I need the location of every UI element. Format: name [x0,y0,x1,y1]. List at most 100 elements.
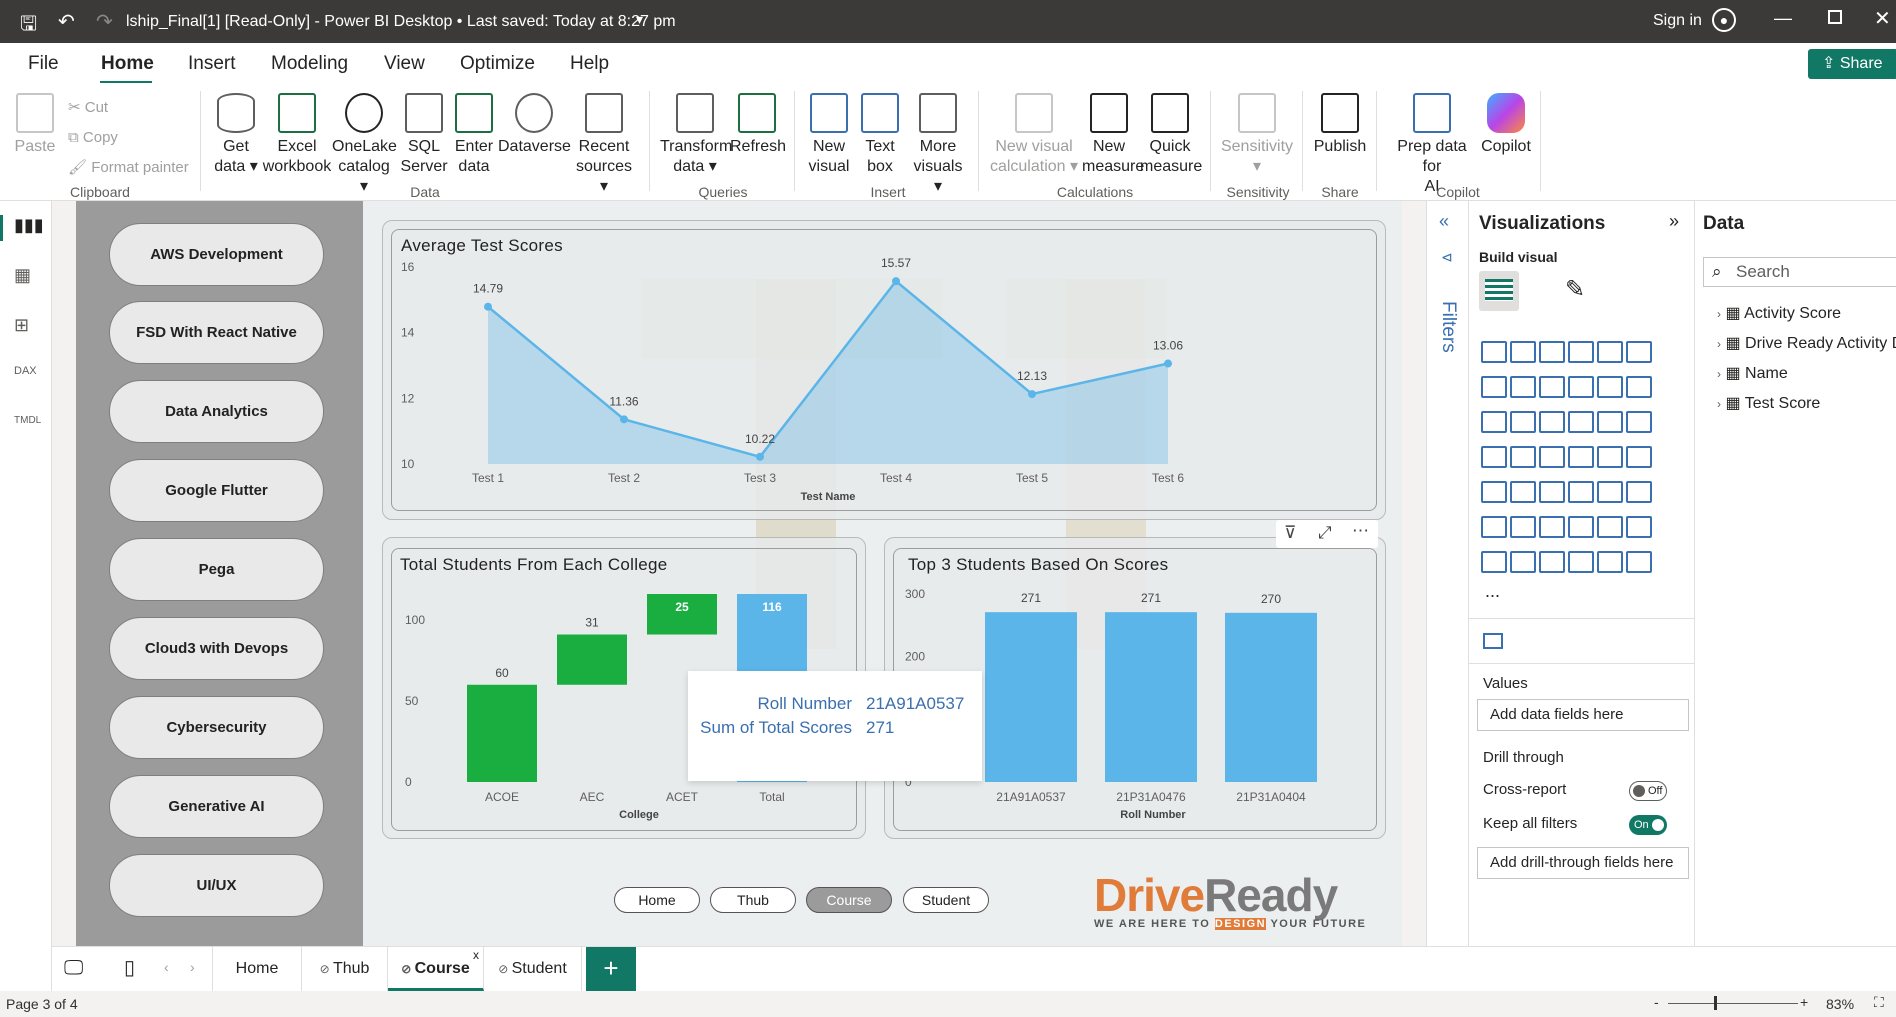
table-item-activity-score[interactable]: › ▦ Activity Score [1717,303,1841,323]
page-tab-home[interactable]: Home [212,947,302,991]
course-button-generative-ai[interactable]: Generative AI [109,775,324,838]
chevron-down-icon[interactable]: ▾ [636,11,643,28]
enter-data-button[interactable]: Enter data [452,93,496,177]
visual-type-icon[interactable] [1597,516,1623,538]
format-painter-button[interactable]: 🖌 Format painter [68,153,189,183]
filter-icon[interactable]: ⊽ [1284,523,1296,543]
visual-type-icon[interactable] [1597,411,1623,433]
course-button-pega[interactable]: Pega [109,538,324,601]
visual-type-icon[interactable] [1510,446,1536,468]
fit-to-page-icon[interactable]: ⛶ [1874,994,1884,1011]
redo-icon[interactable]: ↷ [96,9,113,34]
minimize-icon[interactable]: — [1774,8,1792,29]
visual-type-icon[interactable] [1481,376,1507,398]
visual-type-icon[interactable] [1510,376,1536,398]
menu-optimize[interactable]: Optimize [460,53,535,75]
paste-button[interactable]: Paste [14,93,56,157]
visual-type-icon[interactable] [1481,481,1507,503]
save-icon[interactable]: 🖫 [20,9,37,43]
get-data-button[interactable]: Get data ▾ [210,93,262,177]
excel-workbook-button[interactable]: Excel workbook [262,93,332,177]
table-item-drive-ready[interactable]: › ▦ Drive Ready Activity D [1717,333,1896,353]
model-view-icon[interactable]: ⊞ [14,315,29,336]
share-button[interactable]: ⇪ Share [1808,49,1896,79]
visual-type-icon[interactable] [1568,376,1594,398]
page-tab-student[interactable]: ⊘ Student [484,947,582,991]
account-icon[interactable]: ● [1712,8,1736,32]
visual-type-icon[interactable] [1626,551,1652,573]
visual-type-icon[interactable] [1539,551,1565,573]
dax-query-view-icon[interactable]: DAX [14,365,37,377]
course-button-fsd[interactable]: FSD With React Native [109,301,324,364]
image-visual-icon[interactable] [1483,633,1503,649]
menu-file[interactable]: File [28,53,59,75]
filters-pane-collapsed[interactable]: « ⊲ Filters [1426,201,1468,991]
visual-type-icon[interactable] [1481,411,1507,433]
table-view-icon[interactable]: ▦ [14,265,31,286]
page-tab-course[interactable]: ⊘ Course x [388,947,484,991]
zoom-out-icon[interactable]: - [1654,994,1659,1010]
visual-type-icon[interactable] [1568,411,1594,433]
visual-type-icon[interactable] [1539,446,1565,468]
maximize-icon[interactable] [1828,10,1842,24]
scroll-left-icon[interactable]: ‹ [164,959,169,975]
more-visuals-button[interactable]: More visuals ▾ [910,93,966,197]
refresh-button[interactable]: Refresh [730,93,786,157]
dataverse-button[interactable]: Dataverse [498,93,571,157]
visual-type-icon[interactable] [1510,411,1536,433]
visual-type-icon[interactable] [1626,446,1652,468]
focus-mode-icon[interactable]: ⤢ [1318,523,1332,543]
table-item-name[interactable]: › ▦ Name [1717,363,1788,383]
cut-button[interactable]: ✂ Cut [68,93,189,123]
visual-type-icon[interactable] [1539,481,1565,503]
sql-server-button[interactable]: SQL Server [400,93,448,177]
values-drop-well[interactable]: Add data fields here [1477,699,1689,731]
visual-type-icon[interactable] [1597,341,1623,363]
visual-type-icon[interactable] [1568,481,1594,503]
visual-type-icon[interactable] [1481,341,1507,363]
visual-type-icon[interactable] [1626,481,1652,503]
line-chart-visual[interactable]: Average Test Scores 10 12 14 16 14.79 Test 11… [382,220,1386,520]
course-button-cloud3[interactable]: Cloud3 with Devops [109,617,324,680]
visual-type-icon[interactable] [1626,516,1652,538]
menu-home[interactable]: Home [101,53,154,75]
add-page-button[interactable]: + [586,947,636,991]
filters-label[interactable]: Filters [1437,301,1459,353]
nav-button-thub[interactable]: Thub [710,887,796,913]
copilot-button[interactable]: Copilot [1478,93,1534,157]
menu-insert[interactable]: Insert [188,53,236,75]
data-search-input[interactable]: ⌕ Search [1703,257,1896,287]
visual-type-icon[interactable] [1597,376,1623,398]
course-button-data-analytics[interactable]: Data Analytics [109,380,324,443]
build-visual-tab[interactable] [1479,271,1519,311]
drill-through-drop-well[interactable]: Add drill-through fields here [1477,847,1689,879]
nav-button-student[interactable]: Student [903,887,989,913]
course-button-aws[interactable]: AWS Development [109,223,324,286]
menu-view[interactable]: View [384,53,425,75]
page-tab-thub[interactable]: ⊘ Thub [302,947,388,991]
visual-type-icon[interactable] [1626,341,1652,363]
copy-button[interactable]: ⧉ Copy [68,123,189,153]
nav-button-course[interactable]: Course [806,887,892,913]
visual-type-icon[interactable] [1539,411,1565,433]
visual-type-icon[interactable] [1510,481,1536,503]
scroll-right-icon[interactable]: › [190,959,195,975]
more-options-icon[interactable]: ⋯ [1352,521,1369,541]
visual-type-icon[interactable] [1481,516,1507,538]
sensitivity-button[interactable]: Sensitivity ▾ [1220,93,1294,177]
visual-type-icon[interactable] [1510,341,1536,363]
new-visual-calculation-button[interactable]: New visual calculation ▾ [986,93,1082,177]
menu-modeling[interactable]: Modeling [271,53,348,75]
course-button-cybersecurity[interactable]: Cybersecurity [109,696,324,759]
transform-data-button[interactable]: Transform data ▾ [660,93,732,177]
cross-report-toggle[interactable]: Off [1629,781,1667,801]
table-item-test-score[interactable]: › ▦ Test Score [1717,393,1820,413]
visual-type-icon[interactable] [1510,551,1536,573]
visual-type-icon[interactable] [1481,446,1507,468]
visual-type-icon[interactable] [1597,551,1623,573]
visual-type-icon[interactable] [1481,551,1507,573]
quick-measure-button[interactable]: Quick measure [1140,93,1202,177]
undo-icon[interactable]: ↶ [58,9,75,34]
visual-type-icon[interactable] [1597,481,1623,503]
zoom-slider-thumb[interactable] [1714,996,1717,1010]
